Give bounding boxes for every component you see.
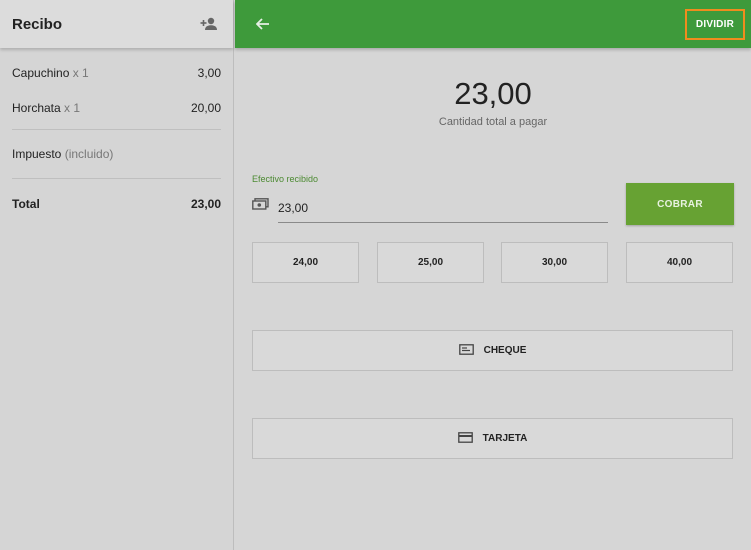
tax-row: Impuesto (incluido): [12, 134, 221, 174]
banknote-icon: [252, 197, 269, 215]
quick-amount-button[interactable]: 30,00: [501, 242, 608, 283]
list-item[interactable]: Capuchino x 1 3,00: [12, 55, 221, 90]
divider: [12, 129, 221, 130]
total-amount-label: Cantidad total a pagar: [438, 116, 548, 128]
item-name: Capuchino x 1: [12, 65, 89, 80]
arrow-left-icon[interactable]: [253, 14, 273, 34]
card-payment-button[interactable]: TARJETA: [252, 418, 733, 459]
payment-toolbar: DIVIDIR: [235, 0, 751, 48]
quick-amount-button[interactable]: 24,00: [252, 242, 359, 283]
amount-block: 23,00 Cantidad total a pagar: [235, 76, 751, 128]
charge-button[interactable]: COBRAR: [626, 183, 734, 225]
list-item[interactable]: Horchata x 1 20,00: [12, 90, 221, 125]
card-label: TARJETA: [482, 433, 528, 444]
tax-label: Impuesto (incluido): [12, 147, 114, 161]
total-row: Total 23,00: [12, 183, 221, 225]
cash-received-label: Efectivo recibido: [252, 174, 319, 184]
credit-card-icon: [457, 431, 473, 446]
item-name: Horchata x 1: [12, 100, 81, 115]
cash-received-input[interactable]: [278, 194, 608, 223]
receipt-title: Recibo: [12, 15, 63, 33]
quick-amount-button[interactable]: 40,00: [626, 242, 733, 283]
payment-panel: DIVIDIR 23,00 Cantidad total a pagar Efe…: [235, 0, 751, 550]
item-price: 3,00: [197, 65, 221, 80]
receipt-panel: Recibo Capuchino x 1 3,00 Horchata x 1 2…: [0, 0, 234, 550]
check-label: CHEQUE: [483, 345, 527, 356]
item-price: 20,00: [190, 100, 221, 115]
person-add-icon[interactable]: [197, 12, 221, 36]
total-value: 23,00: [190, 197, 221, 211]
receipt-items: Capuchino x 1 3,00 Horchata x 1 20,00 Im…: [0, 55, 233, 225]
divider: [12, 178, 221, 179]
total-amount: 23,00: [454, 76, 532, 111]
quick-amount-button[interactable]: 25,00: [377, 242, 484, 283]
check-payment-button[interactable]: CHEQUE: [252, 330, 733, 371]
receipt-header: Recibo: [0, 0, 233, 48]
split-button[interactable]: DIVIDIR: [684, 8, 745, 40]
total-label: Total: [12, 197, 40, 211]
cheque-icon: [458, 343, 474, 358]
